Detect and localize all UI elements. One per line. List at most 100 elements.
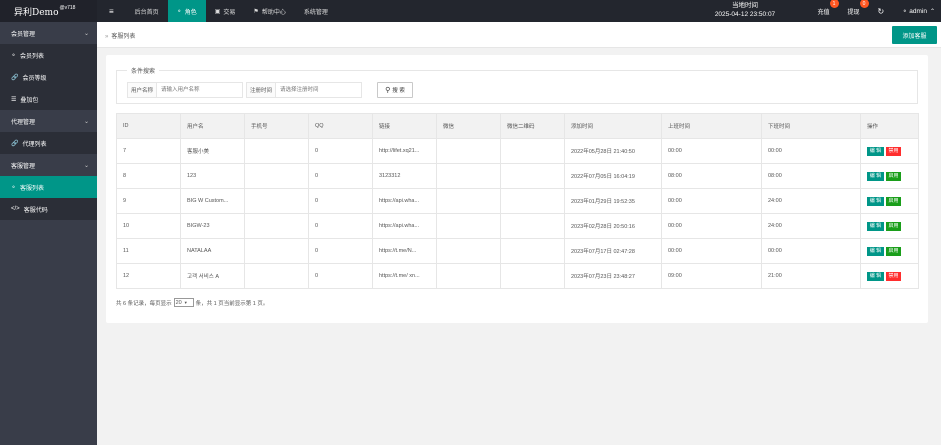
regtime-input[interactable] bbox=[276, 83, 357, 97]
sidebar: 会员管理 ⌄ ⚬ 会员列表 🔗 会员等级 ☰ 叠加包 代理管理 ⌄ 🔗 代理列表 客服管理 ⌄… bbox=[0, 22, 97, 445]
cell-qq: 0 bbox=[308, 263, 373, 289]
sidebar-item-support-list[interactable]: ⚬ 客服列表 bbox=[0, 176, 97, 198]
table-row: 8 123 0 3123312 2022年07月05日 16:04:19 08:… bbox=[116, 163, 919, 189]
nav-trade-label: 交易 bbox=[223, 9, 236, 16]
cell-added-time: 2022年07月05日 16:04:19 bbox=[564, 163, 662, 189]
cell-username: 123 bbox=[180, 163, 245, 189]
col-qq: QQ bbox=[308, 113, 373, 139]
col-wechat-qr: 微信二维码 bbox=[500, 113, 565, 139]
sidebar-group-agents[interactable]: 代理管理 ⌄ bbox=[0, 110, 97, 132]
sidebar-item-addon-pack[interactable]: ☰ 叠加包 bbox=[0, 88, 97, 110]
cell-link: https://t.me/ xn... bbox=[372, 263, 437, 289]
nav-help-label: 帮助中心 bbox=[261, 9, 286, 16]
nav-trade[interactable]: ▣ 交易 bbox=[206, 0, 245, 22]
edit-button[interactable]: 编 辑 bbox=[867, 146, 884, 156]
cell-start-time: 00:00 bbox=[661, 213, 762, 239]
breadcrumb-bar: » 客服列表 添加客服 bbox=[97, 22, 941, 48]
sidebar-item-member-list[interactable]: ⚬ 会员列表 bbox=[0, 44, 97, 66]
edit-button[interactable]: 编 辑 bbox=[867, 196, 884, 206]
cell-phone bbox=[244, 263, 309, 289]
breadcrumb-label[interactable]: 客服列表 bbox=[111, 34, 135, 40]
username-input[interactable] bbox=[157, 83, 238, 97]
main-card: 条件搜索 用户名称 注册时间 ⚲ 搜 索 ID 用户名 手机号 QQ 链接 bbox=[106, 55, 928, 323]
table-row: 10 BIGW-23 0 https://api.wha... 2023年02月… bbox=[116, 213, 919, 239]
app-version: @v718 bbox=[59, 5, 76, 11]
recharge-button[interactable]: 充值 1 bbox=[808, 0, 839, 22]
cell-wechat-qr bbox=[500, 163, 565, 189]
breadcrumb: » 客服列表 bbox=[105, 31, 135, 40]
cell-wechat-qr bbox=[500, 138, 565, 164]
table-header-row: ID 用户名 手机号 QQ 链接 微信 微信二维码 添加时间 上班时间 下班时间… bbox=[116, 113, 919, 139]
local-time: 当地时间 2025-04-12 23:50:07 bbox=[707, 1, 783, 19]
edit-button[interactable]: 编 辑 bbox=[867, 171, 884, 181]
nav-home[interactable]: 后台首页 bbox=[126, 0, 168, 22]
list-icon: ☰ bbox=[11, 96, 17, 103]
cell-phone bbox=[244, 213, 309, 239]
sidebar-group-label: 会员管理 bbox=[11, 31, 36, 38]
cell-wechat-qr bbox=[500, 238, 565, 264]
sidebar-item-agent-list[interactable]: 🔗 代理列表 bbox=[0, 132, 97, 154]
search-button[interactable]: ⚲ 搜 索 bbox=[377, 82, 413, 98]
cell-phone bbox=[244, 188, 309, 214]
col-added-time: 添加时间 bbox=[564, 113, 662, 139]
cell-wechat-qr bbox=[500, 188, 565, 214]
cell-start-time: 00:00 bbox=[661, 138, 762, 164]
pagination-suffix: 条，共 1 页当前显示第 1 页。 bbox=[195, 300, 269, 307]
nav-roles-label: 角色 bbox=[184, 9, 197, 16]
enable-button[interactable]: 启用 bbox=[886, 196, 901, 206]
sidebar-group-members[interactable]: 会员管理 ⌄ bbox=[0, 22, 97, 44]
table-row: 7 客服小美 0 http://lifet.xq21... 2022年05月28… bbox=[116, 138, 919, 164]
user-menu[interactable]: ⚬ admin ⌃ bbox=[893, 0, 941, 22]
col-end-time: 下班时间 bbox=[761, 113, 861, 139]
per-page-select[interactable]: 20 ▼ bbox=[173, 298, 194, 307]
cell-added-time: 2023年02月28日 20:50:16 bbox=[564, 213, 662, 239]
col-link: 链接 bbox=[372, 113, 437, 139]
recharge-badge: 1 bbox=[829, 0, 839, 8]
chevron-down-icon: ⌄ bbox=[83, 118, 89, 125]
edit-button[interactable]: 编 辑 bbox=[867, 271, 884, 281]
cell-actions: 编 辑启用 bbox=[860, 213, 919, 239]
sidebar-item-member-level[interactable]: 🔗 会员等级 bbox=[0, 66, 97, 88]
username-filter-label: 用户名称 bbox=[128, 83, 158, 97]
cell-wechat bbox=[436, 188, 501, 214]
enable-button[interactable]: 启用 bbox=[886, 221, 901, 231]
cell-actions: 编 辑禁用 bbox=[860, 138, 919, 164]
sidebar-group-label: 代理管理 bbox=[11, 119, 36, 126]
disable-button[interactable]: 禁用 bbox=[886, 146, 901, 156]
top-bar: 异利Demo @v718 ≡ 后台首页 ⚬ 角色 ▣ 交易 ⚑ 帮助中心 系统管理 当… bbox=[0, 0, 941, 22]
sidebar-item-support-code[interactable]: </> 客服代码 bbox=[0, 198, 97, 220]
search-legend: 条件搜索 bbox=[127, 66, 160, 75]
cell-wechat bbox=[436, 163, 501, 189]
username-filter: 用户名称 bbox=[127, 82, 243, 98]
code-icon: </> bbox=[11, 206, 20, 212]
cell-username: 고객 서비스 A bbox=[180, 263, 245, 289]
person-icon: ⚬ bbox=[11, 52, 17, 59]
enable-button[interactable]: 启用 bbox=[886, 171, 901, 181]
users-icon: ⚬ bbox=[11, 184, 17, 191]
cell-end-time: 24:00 bbox=[761, 188, 861, 214]
edit-button[interactable]: 编 辑 bbox=[867, 246, 884, 256]
nav-help[interactable]: ⚑ 帮助中心 bbox=[244, 0, 294, 22]
menu-toggle-icon[interactable]: ≡ bbox=[97, 0, 126, 22]
cell-id: 10 bbox=[116, 213, 181, 239]
cell-link: https://api.wha... bbox=[372, 213, 437, 239]
edit-button[interactable]: 编 辑 bbox=[867, 221, 884, 231]
link-icon: 🔗 bbox=[11, 140, 19, 147]
sidebar-group-label: 客服管理 bbox=[11, 163, 36, 170]
pagination-prefix: 共 6 条记录，每页显示 bbox=[116, 300, 172, 307]
enable-button[interactable]: 启用 bbox=[886, 246, 901, 256]
sidebar-group-support[interactable]: 客服管理 ⌄ bbox=[0, 154, 97, 176]
person-icon: ⚬ bbox=[176, 8, 182, 15]
app-logo[interactable]: 异利Demo @v718 bbox=[0, 0, 97, 22]
cell-id: 11 bbox=[116, 238, 181, 264]
refresh-icon[interactable]: ↻ bbox=[869, 0, 894, 22]
search-fieldset: 条件搜索 用户名称 注册时间 ⚲ 搜 索 bbox=[116, 66, 918, 104]
disable-button[interactable]: 禁用 bbox=[886, 271, 901, 281]
local-time-label: 当地时间 bbox=[732, 2, 758, 9]
add-support-button[interactable]: 添加客服 bbox=[892, 26, 937, 44]
nav-system[interactable]: 系统管理 bbox=[295, 0, 337, 22]
nav-roles[interactable]: ⚬ 角色 bbox=[167, 0, 206, 22]
chevron-down-icon: ⌄ bbox=[83, 162, 89, 169]
withdraw-button[interactable]: 提现 0 bbox=[839, 0, 869, 22]
cell-end-time: 24:00 bbox=[761, 213, 861, 239]
